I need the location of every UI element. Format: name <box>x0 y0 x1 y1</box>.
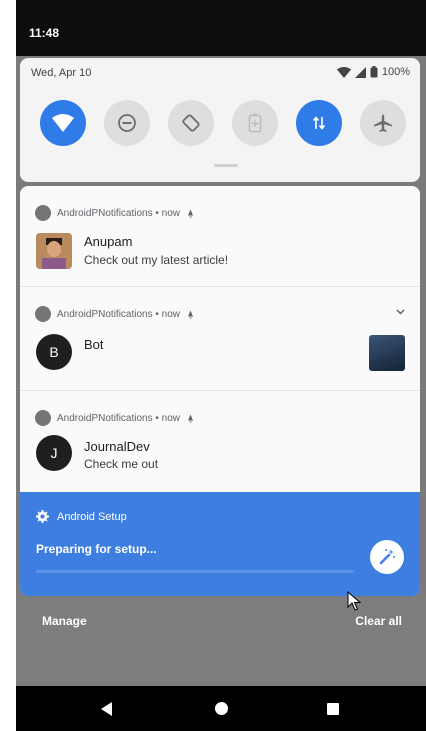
status-bar: 11:48 <box>16 0 426 56</box>
notification-title: Bot <box>84 337 104 352</box>
app-icon <box>35 410 51 426</box>
setup-message: Preparing for setup... <box>36 542 157 556</box>
notification-text: Check out my latest article! <box>84 253 229 267</box>
phone-screen: 11:48 Wed, Apr 10 100% AndroidPNotificat… <box>16 0 426 731</box>
bell-icon <box>188 310 194 318</box>
manage-button[interactable]: Manage <box>42 614 87 628</box>
battery-saver-icon <box>248 113 262 133</box>
back-icon <box>101 701 112 716</box>
home-icon <box>214 702 228 715</box>
data-arrows-icon <box>312 116 326 130</box>
chevron-down-icon[interactable] <box>396 309 405 315</box>
wifi-signal-icon <box>336 66 351 78</box>
bell-icon <box>188 414 194 422</box>
notification-thumbnail <box>369 335 405 371</box>
date-label[interactable]: Wed, Apr 10 <box>31 67 91 79</box>
battery-percent: 100% <box>381 66 410 78</box>
battery-saver-tile[interactable] <box>232 100 278 146</box>
notification-bot[interactable]: AndroidPNotifications • now B Bot <box>20 287 420 390</box>
airplane-mode-tile[interactable] <box>360 100 406 146</box>
notification-header: AndroidPNotifications • now <box>35 410 195 426</box>
gear-icon <box>36 510 49 523</box>
app-name: AndroidPNotifications • now <box>57 207 181 219</box>
app-name: Android Setup <box>57 510 127 523</box>
app-name: AndroidPNotifications • now <box>57 308 181 320</box>
notification-title: Anupam <box>84 234 133 249</box>
app-icon <box>35 205 51 221</box>
mobile-data-tile[interactable] <box>296 100 342 146</box>
shade-actions: Manage Clear all <box>16 598 426 686</box>
notification-header: AndroidPNotifications • now <box>35 306 195 322</box>
wifi-tile[interactable] <box>40 100 86 146</box>
recents-button[interactable] <box>318 686 348 731</box>
wifi-icon <box>52 114 74 132</box>
app-icon <box>35 306 51 322</box>
battery-icon <box>370 66 378 78</box>
clear-all-button[interactable]: Clear all <box>355 614 402 628</box>
setup-action-button[interactable] <box>370 540 404 574</box>
notification-journaldev[interactable]: AndroidPNotifications • now J JournalDev… <box>20 391 420 492</box>
screenshot-frame: 11:48 Wed, Apr 10 100% AndroidPNotificat… <box>0 0 426 731</box>
mouse-cursor-icon <box>347 591 361 611</box>
rotate-icon <box>182 114 200 132</box>
navigation-bar <box>16 686 426 731</box>
drag-handle[interactable] <box>214 164 238 167</box>
notification-title: JournalDev <box>84 439 150 454</box>
sender-avatar: J <box>36 435 72 471</box>
do-not-disturb-icon <box>118 114 136 132</box>
notification-header: Android Setup <box>36 510 127 523</box>
notification-shade: AndroidPNotifications • now Anupam Check… <box>20 186 420 596</box>
notification-text: Check me out <box>84 457 159 471</box>
app-name: AndroidPNotifications • now <box>57 412 181 424</box>
airplane-icon <box>374 114 392 132</box>
home-button[interactable] <box>206 686 236 731</box>
sender-avatar: B <box>36 334 72 370</box>
setup-progress-bar <box>36 570 354 573</box>
do-not-disturb-tile[interactable] <box>104 100 150 146</box>
android-setup-notification[interactable]: Android Setup Preparing for setup... <box>20 492 420 596</box>
back-button[interactable] <box>92 686 122 731</box>
magic-wand-icon <box>379 549 395 565</box>
clock: 11:48 <box>29 26 60 40</box>
notification-header: AndroidPNotifications • now <box>35 205 195 221</box>
status-icons: 100% <box>336 66 410 78</box>
quick-settings-panel: Wed, Apr 10 100% <box>20 58 420 182</box>
recents-icon <box>327 702 339 715</box>
cell-signal-icon <box>354 66 366 78</box>
sender-photo <box>36 233 72 269</box>
bell-icon <box>188 209 194 217</box>
notification-anupam[interactable]: AndroidPNotifications • now Anupam Check… <box>20 186 420 286</box>
auto-rotate-tile[interactable] <box>168 100 214 146</box>
